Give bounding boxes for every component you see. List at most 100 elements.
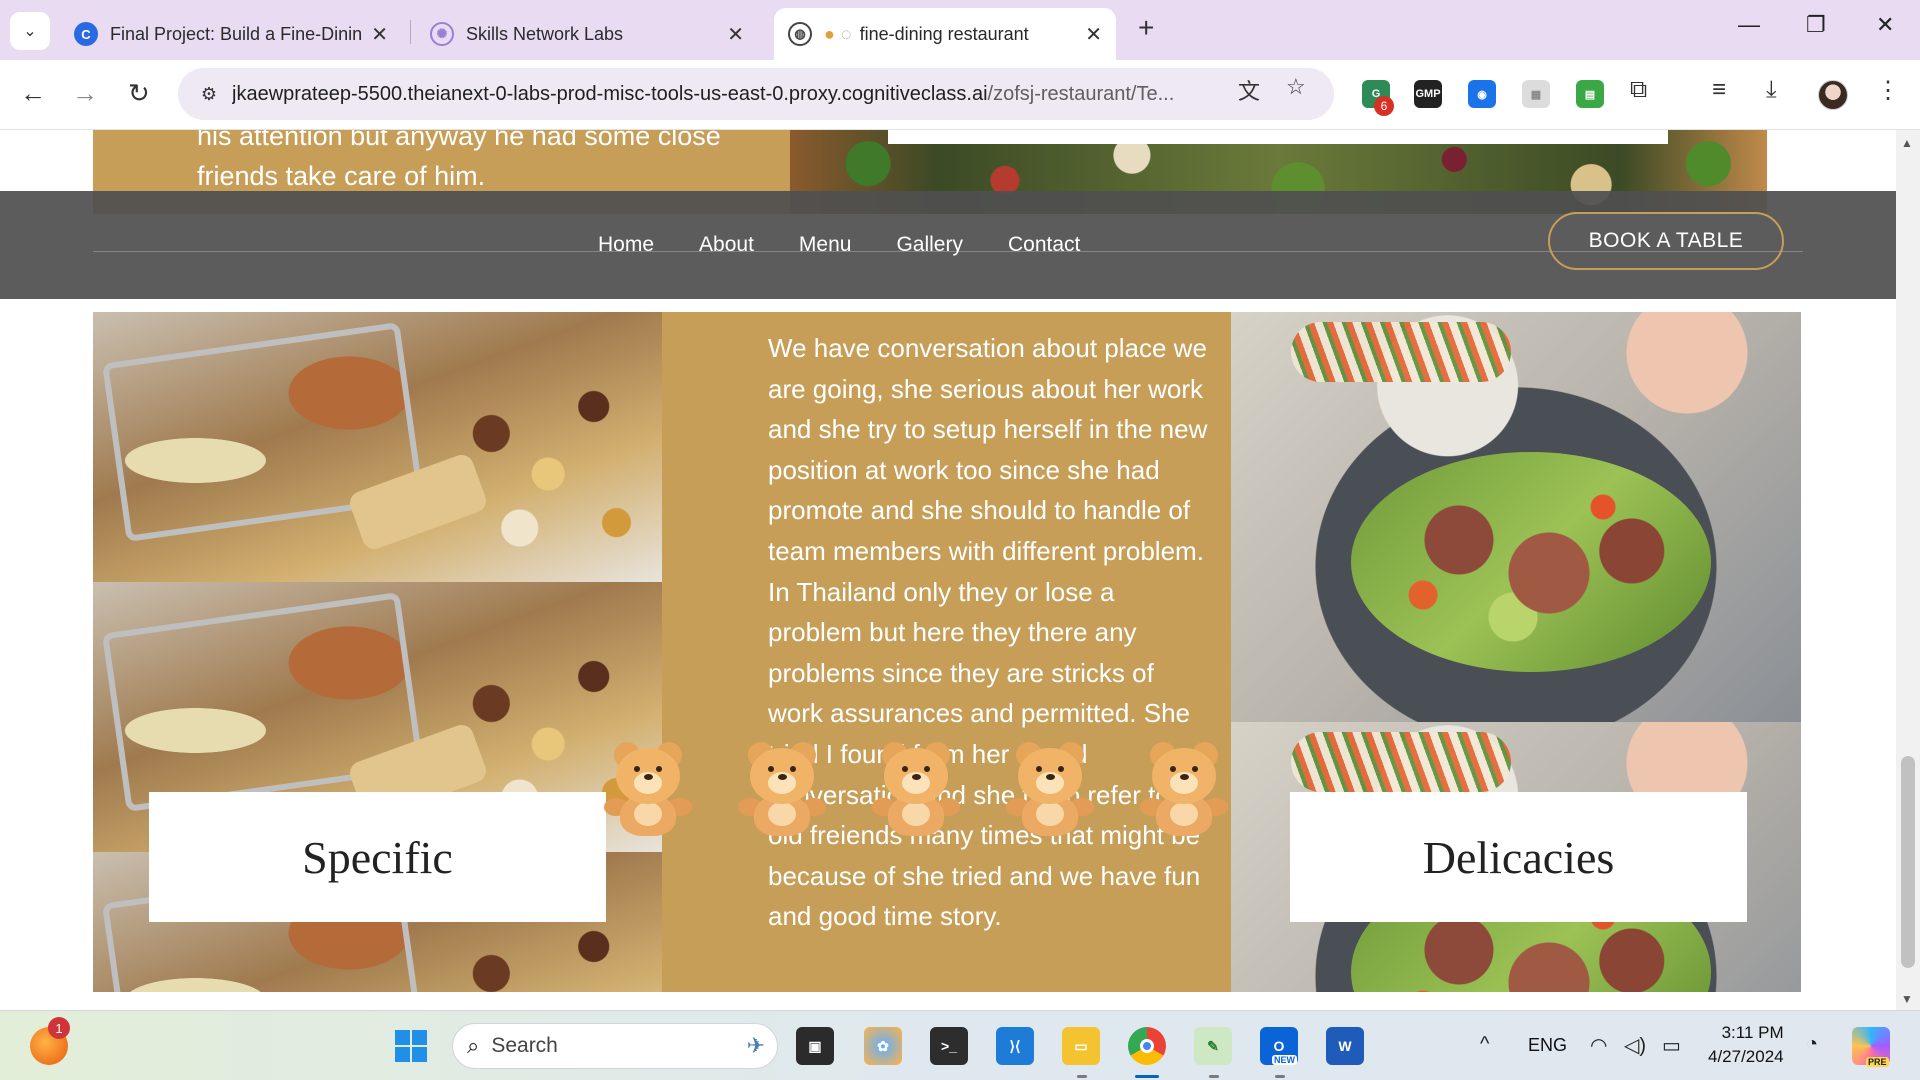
notification-badge: 1 bbox=[48, 1017, 70, 1039]
battery-icon[interactable]: ▭ bbox=[1662, 1033, 1681, 1058]
disabled-extension-icon[interactable]: ▦ bbox=[1522, 80, 1550, 108]
nav-link-menu[interactable]: Menu bbox=[799, 233, 852, 257]
volume-icon[interactable]: ◁) bbox=[1624, 1033, 1646, 1058]
tab-separator bbox=[410, 20, 411, 44]
coursera-icon: C bbox=[74, 22, 98, 46]
windows-start-icon[interactable] bbox=[392, 1027, 430, 1065]
photos-app-icon[interactable]: ✿ bbox=[864, 1027, 902, 1065]
tab-title: Final Project: Build a Fine-Dining bbox=[110, 23, 362, 44]
translate-icon[interactable]: 文 bbox=[1238, 74, 1260, 106]
more-menu-icon[interactable]: ⋮ bbox=[1876, 76, 1900, 105]
chevron-down-icon: ⌄ bbox=[23, 23, 37, 40]
nav-link-about[interactable]: About bbox=[699, 233, 754, 257]
teddy-bear-icon bbox=[600, 742, 696, 838]
globe-icon: ◍ bbox=[788, 22, 812, 46]
taskbar-search-box[interactable]: ⌕ Search ✈ bbox=[452, 1023, 778, 1069]
media-playlist-icon[interactable]: ≡ bbox=[1712, 76, 1726, 104]
browser-toolbar: ← → ↻ ⚙ jkaewprateep-5500.theianext-0-la… bbox=[0, 60, 1920, 130]
tab-search-button[interactable]: ⌄ bbox=[10, 12, 50, 50]
close-icon[interactable]: ✕ bbox=[727, 22, 744, 47]
chrome-icon[interactable] bbox=[1128, 1027, 1166, 1065]
windows-logo-icon bbox=[395, 1030, 427, 1062]
nav-link-home[interactable]: Home bbox=[598, 233, 654, 257]
page-scrollbar[interactable]: ▲ ▼ bbox=[1896, 130, 1920, 1010]
clock-time: 3:11 PM bbox=[1721, 1023, 1784, 1042]
system-clock[interactable]: 3:11 PM 4/27/2024 bbox=[1708, 1021, 1784, 1069]
caption-specific: Specific bbox=[149, 792, 606, 922]
forward-arrow-icon[interactable]: → bbox=[72, 78, 98, 109]
extension-badge: 6 bbox=[1374, 96, 1394, 116]
tab-final-project[interactable]: C Final Project: Build a Fine-Dining ✕ bbox=[60, 8, 402, 60]
teddy-bear-icon bbox=[868, 742, 964, 838]
file-explorer-icon[interactable]: ▭ bbox=[1062, 1027, 1100, 1065]
caption-delicacies: Delicacies bbox=[1290, 792, 1747, 922]
catering-image-tile bbox=[93, 312, 662, 582]
teddy-bear-icon bbox=[1136, 742, 1232, 838]
notification-bell-icon[interactable]: ◔ bbox=[1806, 1033, 1818, 1056]
task-view-icon[interactable]: ▣ bbox=[796, 1027, 834, 1065]
scrollbar-thumb[interactable] bbox=[1901, 756, 1915, 968]
tab-skills-network[interactable]: ✺ Skills Network Labs ✕ bbox=[416, 8, 758, 60]
bear-emoji-icon: ● bbox=[824, 23, 835, 44]
page-viewport: his attention but anyway he had some clo… bbox=[0, 130, 1896, 1010]
book-a-table-button[interactable]: BOOK A TABLE bbox=[1548, 212, 1784, 270]
word-icon[interactable]: W bbox=[1326, 1027, 1364, 1065]
about-paragraph: his attention but anyway he had some clo… bbox=[197, 130, 721, 191]
story-paragraph: We have conversation about place we are … bbox=[768, 333, 1208, 932]
window-close-icon[interactable]: ✕ bbox=[1876, 12, 1894, 38]
windows-taskbar: 1 ⌕ Search ✈ ▣ ✿ >_ ⟩⟨ ▭ ✎ O NEW W ^ ENG… bbox=[0, 1010, 1920, 1080]
nav-link-contact[interactable]: Contact bbox=[1008, 233, 1080, 257]
gmp-extension-icon[interactable]: GMP bbox=[1414, 80, 1442, 108]
copilot-pre-badge: PRE bbox=[1866, 1057, 1889, 1067]
skills-network-icon: ✺ bbox=[430, 22, 454, 46]
site-info-icon[interactable]: ⚙ bbox=[186, 84, 232, 105]
nav-link-gallery[interactable]: Gallery bbox=[896, 233, 963, 257]
close-icon[interactable]: ✕ bbox=[1085, 22, 1102, 47]
hummingbird-icon: ✈ bbox=[746, 1033, 765, 1058]
extensions-puzzle-icon[interactable]: ⧉ bbox=[1630, 76, 1647, 104]
running-indicator bbox=[1275, 1075, 1285, 1078]
search-placeholder: Search bbox=[491, 1034, 558, 1057]
language-indicator[interactable]: ENG bbox=[1528, 1035, 1567, 1056]
running-indicator-active bbox=[1135, 1075, 1159, 1078]
download-icon[interactable]: ⤓ bbox=[1766, 76, 1777, 104]
bookmark-star-icon[interactable]: ☆ bbox=[1286, 74, 1306, 100]
wifi-icon[interactable]: ◠ bbox=[1590, 1033, 1607, 1058]
story-section: We have conversation about place we are … bbox=[662, 312, 1231, 992]
vscode-icon[interactable]: ⟩⟨ bbox=[996, 1027, 1034, 1065]
scroll-up-arrow-icon[interactable]: ▲ bbox=[1901, 136, 1913, 150]
speech-bubble-icon: ◌ bbox=[840, 23, 852, 44]
tab-title: Skills Network Labs bbox=[466, 23, 624, 44]
url-host: jkaewprateep-5500.theianext-0-labs-prod-… bbox=[232, 82, 988, 105]
tab-title: fine-dining restaurant bbox=[859, 23, 1029, 44]
chevron-up-icon[interactable]: ^ bbox=[1480, 1033, 1489, 1056]
teddy-bear-icon bbox=[734, 742, 830, 838]
image-caption-card bbox=[888, 130, 1668, 144]
minimize-icon[interactable]: — bbox=[1738, 12, 1760, 38]
tab-fine-dining[interactable]: ◍ ● ◌ fine-dining restaurant ✕ bbox=[774, 8, 1116, 60]
profile-avatar[interactable] bbox=[1818, 80, 1848, 110]
browser-tab-bar: ⌄ C Final Project: Build a Fine-Dining ✕… bbox=[0, 0, 1920, 60]
new-tab-plus-icon[interactable]: + bbox=[1138, 12, 1154, 44]
running-indicator bbox=[1077, 1075, 1087, 1078]
salad-image-tile bbox=[1231, 312, 1801, 722]
paint-app-icon[interactable]: ✎ bbox=[1194, 1027, 1232, 1065]
url-text[interactable]: jkaewprateep-5500.theianext-0-labs-prod-… bbox=[232, 83, 1232, 106]
screenshot-camera-icon[interactable]: ◉ bbox=[1468, 80, 1496, 108]
scroll-down-arrow-icon[interactable]: ▼ bbox=[1901, 992, 1913, 1006]
reload-icon[interactable]: ↻ bbox=[128, 78, 150, 109]
printer-extension-icon[interactable]: ▤ bbox=[1576, 80, 1604, 108]
clock-date: 4/27/2024 bbox=[1708, 1047, 1784, 1066]
address-bar[interactable]: ⚙ jkaewprateep-5500.theianext-0-labs-pro… bbox=[178, 68, 1334, 120]
site-navbar: Home About Menu Gallery Contact BOOK A T… bbox=[0, 191, 1896, 299]
running-indicator bbox=[1209, 1075, 1219, 1078]
search-icon: ⌕ bbox=[467, 1033, 480, 1058]
teddy-bear-icon bbox=[1002, 742, 1098, 838]
url-path: /zofsj-restaurant/Te... bbox=[987, 82, 1175, 105]
close-icon[interactable]: ✕ bbox=[371, 22, 388, 47]
terminal-icon[interactable]: >_ bbox=[930, 1027, 968, 1065]
nav-links: Home About Menu Gallery Contact bbox=[598, 233, 1080, 257]
back-arrow-icon[interactable]: ← bbox=[20, 78, 46, 109]
outlook-new-badge: NEW bbox=[1272, 1055, 1297, 1065]
restore-icon[interactable]: ❐ bbox=[1806, 12, 1826, 38]
